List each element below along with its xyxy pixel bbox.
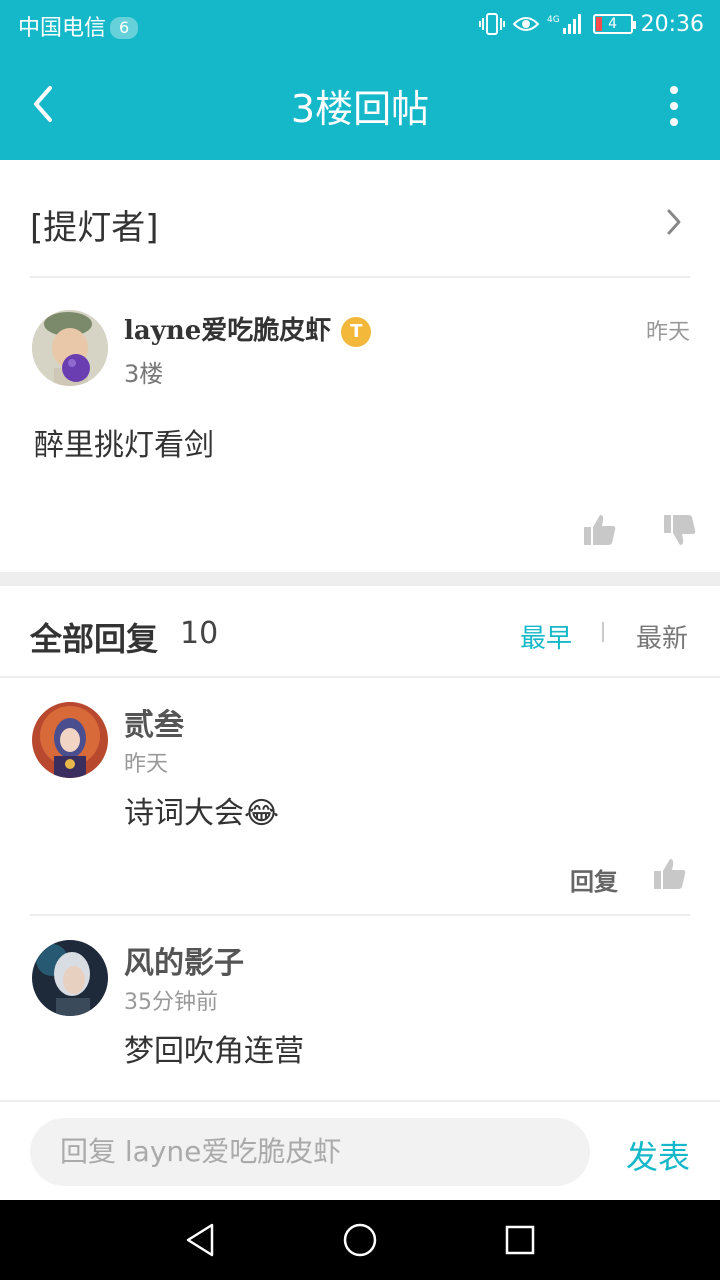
replies-header: 全部回复 10 最早 最新 [0, 586, 720, 678]
send-button[interactable]: 发表 [626, 1132, 690, 1178]
reply-time: 昨天 [124, 752, 169, 777]
more-options-button[interactable] [666, 86, 682, 126]
clock: 20:36 [640, 11, 704, 37]
reply-button[interactable]: 回复 [570, 862, 618, 897]
nav-recent-apps-icon[interactable] [504, 1224, 536, 1256]
svg-text:4G: 4G [547, 15, 560, 25]
dislike-button[interactable] [662, 512, 698, 548]
carrier-name: 中国电信 [18, 16, 107, 41]
chevron-right-icon [667, 209, 681, 235]
thumbs-up-icon [584, 515, 616, 545]
topic-link[interactable]: [提灯者] [30, 160, 690, 278]
topic-name: [提灯者] [30, 208, 159, 248]
reply-input[interactable]: 回复 layne爱吃脆皮虾 [30, 1118, 590, 1186]
avatar[interactable] [32, 702, 108, 778]
more-vertical-icon [670, 86, 678, 94]
avatar-image [32, 940, 108, 1016]
more-dot [670, 118, 678, 126]
system-nav-bar [0, 1200, 720, 1280]
app-bar: 3楼回帖 [0, 50, 720, 160]
post-author[interactable]: layne爱吃脆皮虾 T [124, 310, 372, 347]
reply-author[interactable]: 风的影子 [124, 938, 244, 982]
avatar[interactable] [32, 310, 108, 386]
replies-title: 全部回复 [30, 620, 159, 658]
post-time: 昨天 [645, 320, 690, 345]
status-bar: 中国电信 6 4G 4 20:36 [0, 0, 720, 50]
level-badge: T [341, 317, 372, 347]
nav-back-icon[interactable] [184, 1222, 216, 1258]
page-title: 3楼回帖 [290, 87, 430, 131]
sort-divider [602, 622, 604, 642]
status-icons: 4G 4 20:36 [478, 9, 704, 39]
carrier-badge: 6 [110, 17, 139, 39]
post-floor: 3楼 [124, 360, 164, 388]
thumbs-down-icon [664, 515, 696, 545]
reply-item: 风的影子 35分钟前 梦回吹角连营 [0, 918, 720, 1100]
avatar[interactable] [32, 940, 108, 1016]
more-dot [670, 102, 678, 110]
post-content: 醉里挑灯看剑 [34, 428, 214, 463]
sort-latest-button[interactable]: 最新 [636, 618, 688, 655]
avatar-image [32, 702, 108, 778]
avatar-image [32, 310, 108, 386]
nav-home-icon[interactable] [342, 1222, 378, 1258]
reply-item: 贰叁 昨天 诗词大会😂 回复 [0, 680, 720, 916]
reply-composer: 回复 layne爱吃脆皮虾 发表 [0, 1100, 720, 1200]
sort-earliest-button[interactable]: 最早 [520, 618, 572, 655]
eye-icon [512, 17, 539, 31]
like-button[interactable] [652, 856, 688, 892]
reply-content: 诗词大会😂 [124, 796, 280, 831]
signal-icon: 4G [547, 14, 581, 34]
thumbs-up-icon [654, 859, 686, 889]
section-separator [0, 572, 720, 586]
post-author-name: layne爱吃脆皮虾 [124, 316, 332, 346]
battery-icon: 4 [592, 14, 636, 34]
reply-divider [30, 914, 690, 916]
reply-time: 35分钟前 [124, 990, 218, 1015]
reply-author[interactable]: 贰叁 [124, 700, 184, 744]
like-button[interactable] [582, 512, 618, 548]
carrier: 中国电信 6 [18, 10, 139, 42]
reply-content: 梦回吹角连营 [124, 1034, 304, 1069]
vibrate-icon [478, 13, 505, 35]
replies-count: 10 [180, 616, 219, 651]
floor-post: layne爱吃脆皮虾 T 昨天 3楼 醉里挑灯看剑 [0, 280, 720, 572]
